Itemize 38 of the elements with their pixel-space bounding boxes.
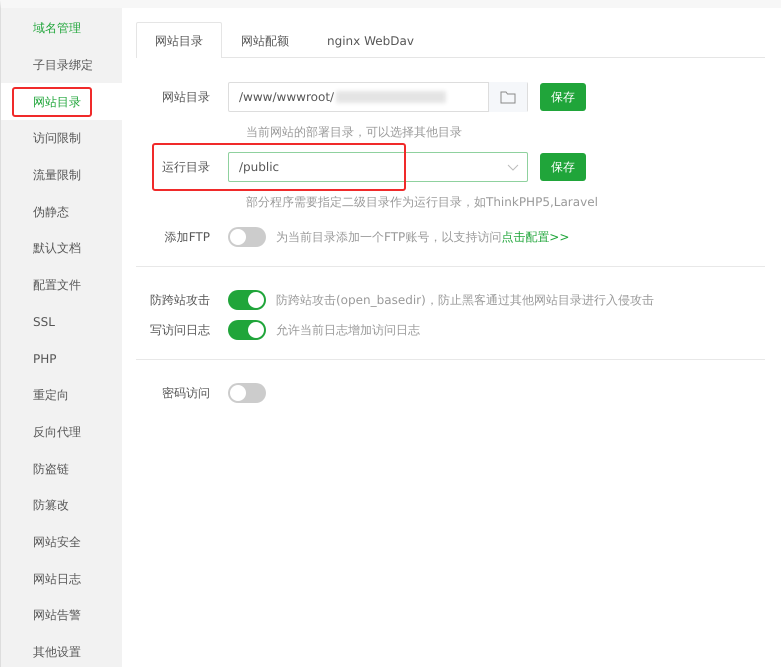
- field-label: 写访问日志: [149, 322, 211, 339]
- toggle-switch[interactable]: [228, 290, 266, 310]
- tab[interactable]: 网站目录: [136, 22, 222, 58]
- hint-text: 部分程序需要指定二级目录作为运行目录，如ThinkPHP5,Laravel: [246, 194, 599, 211]
- sidebar-item[interactable]: 网站日志: [1, 560, 122, 597]
- field-label: 运行目录: [161, 159, 211, 176]
- chevron-icon: [507, 164, 519, 170]
- tab[interactable]: nginx WebDav: [308, 22, 433, 58]
- field-label: 网站目录: [161, 89, 211, 106]
- sidebar-item[interactable]: 网站告警: [1, 597, 122, 634]
- sidebar-item[interactable]: 访问限制: [1, 120, 122, 157]
- hint-text: 当前网站的部署目录，可以选择其他目录: [246, 124, 463, 141]
- folder-icon[interactable]: [488, 82, 527, 112]
- tab[interactable]: 网站配额: [222, 22, 308, 58]
- sidebar-item[interactable]: 流量限制: [1, 156, 122, 194]
- toggle-switch[interactable]: [228, 320, 266, 340]
- description-text: 防跨站攻击(open_basedir)，防止黑客通过其他网站目录进行入侵攻击: [276, 292, 654, 309]
- toggle-switch[interactable]: [228, 227, 266, 247]
- sidebar-item[interactable]: 防篡改: [1, 486, 122, 524]
- sidebar-item[interactable]: 其他设置: [1, 634, 122, 667]
- sidebar-item[interactable]: 子目录绑定: [1, 46, 122, 84]
- field-label: 防跨站攻击: [149, 292, 211, 309]
- sidebar-item[interactable]: PHP: [1, 340, 122, 377]
- sidebar-item[interactable]: 重定向: [1, 376, 122, 414]
- toggle-switch[interactable]: [228, 383, 266, 403]
- sidebar-item[interactable]: 网站安全: [1, 524, 122, 560]
- sidebar-item[interactable]: 反向代理: [1, 414, 122, 450]
- sidebar-item[interactable]: 防盗链: [1, 450, 122, 487]
- select-field[interactable]: /public: [228, 152, 528, 182]
- description-text: 为当前目录添加一个FTP账号，以支持访问点击配置>>: [276, 229, 570, 246]
- description-text: 允许当前日志增加访问日志: [276, 322, 420, 339]
- sidebar-item[interactable]: SSL: [1, 304, 122, 340]
- field-label: 密码访问: [161, 385, 211, 402]
- field-label: 添加FTP: [164, 229, 211, 246]
- input-field[interactable]: /www/wwwroot/: [228, 82, 528, 112]
- sidebar-item[interactable]: 默认文档: [1, 230, 122, 267]
- sidebar-item[interactable]: 伪静态: [1, 193, 122, 230]
- sidebar-item[interactable]: 配置文件: [1, 266, 122, 304]
